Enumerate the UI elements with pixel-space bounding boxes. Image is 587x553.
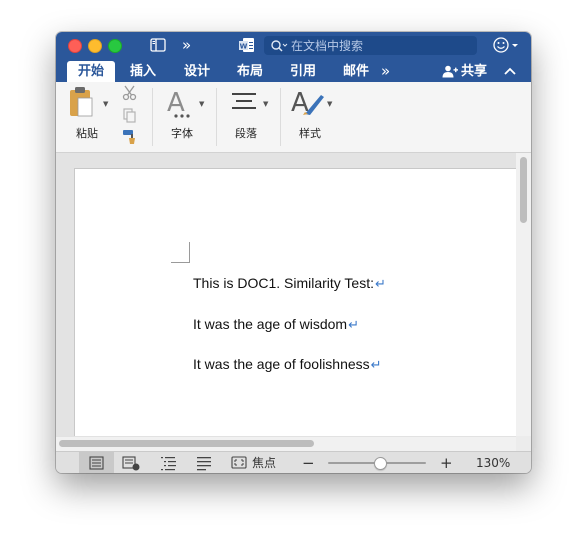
tab-home[interactable]: 开始 bbox=[67, 61, 115, 82]
search-input[interactable] bbox=[291, 37, 471, 54]
styles-dropdown-icon[interactable]: ▼ bbox=[327, 100, 332, 108]
clipboard-paste-icon bbox=[70, 87, 93, 117]
tab-references[interactable]: 引用 bbox=[281, 61, 325, 82]
svg-text:W: W bbox=[240, 43, 248, 51]
tab-mailings[interactable]: 邮件 bbox=[334, 61, 378, 82]
font-group[interactable]: A ▼ 字体 bbox=[153, 82, 216, 152]
font-dropdown-icon[interactable]: ▼ bbox=[199, 100, 204, 108]
font-label: 字体 bbox=[171, 127, 193, 140]
paragraph-mark-icon: ↵ bbox=[370, 357, 382, 372]
focus-icon bbox=[231, 456, 247, 469]
close-window-button[interactable] bbox=[68, 39, 82, 53]
tab-insert[interactable]: 插入 bbox=[121, 61, 165, 82]
tab-layout[interactable]: 布局 bbox=[228, 61, 272, 82]
tab-design[interactable]: 设计 bbox=[175, 61, 219, 82]
draft-view-button[interactable] bbox=[192, 452, 218, 473]
paste-dropdown-icon[interactable]: ▼ bbox=[103, 100, 108, 108]
document-paragraph[interactable]: It was the age of wisdom↵ bbox=[193, 316, 359, 333]
svg-text:A: A bbox=[167, 88, 185, 118]
vertical-scroll-thumb[interactable] bbox=[520, 157, 527, 223]
margin-corner-mark bbox=[171, 242, 190, 263]
draft-icon bbox=[197, 457, 211, 471]
paragraph-text: It was the age of foolishness bbox=[193, 356, 370, 372]
status-bar: 焦点 − + 130% bbox=[56, 451, 531, 473]
word-window: » W 开始 插入 设计 布局 引用 邮件 » 共享 bbox=[56, 32, 531, 473]
collapse-ribbon-icon[interactable] bbox=[502, 61, 518, 82]
paragraph-dropdown-icon[interactable]: ▼ bbox=[263, 100, 268, 108]
search-icon bbox=[270, 38, 288, 57]
share-button[interactable]: 共享 bbox=[442, 61, 487, 82]
clipboard-group: ▼ 粘贴 bbox=[56, 82, 152, 152]
zoom-out-button[interactable]: − bbox=[302, 452, 315, 473]
vertical-scrollbar[interactable] bbox=[516, 153, 531, 436]
paragraph-mark-icon: ↵ bbox=[375, 276, 386, 291]
focus-mode-button[interactable] bbox=[228, 452, 250, 473]
styles-label: 样式 bbox=[299, 127, 321, 140]
ribbon: ▼ 粘贴 A ▼ 字体 ▼ 段落 A ▼ 样式 bbox=[56, 82, 531, 153]
word-document-icon[interactable]: W bbox=[238, 36, 256, 54]
sidebar-toggle-icon[interactable] bbox=[150, 36, 166, 54]
share-label: 共享 bbox=[461, 64, 488, 79]
ribbon-tab-bar: 开始 插入 设计 布局 引用 邮件 » 共享 bbox=[56, 58, 531, 82]
styles-group[interactable]: A ▼ 样式 bbox=[281, 82, 344, 152]
cut-icon[interactable] bbox=[122, 85, 138, 105]
copy-icon[interactable] bbox=[122, 107, 138, 127]
outline-view-button[interactable] bbox=[156, 452, 182, 473]
document-paragraph[interactable]: It was the age of foolishness↵ bbox=[193, 356, 382, 373]
toolbar-overflow-icon[interactable]: » bbox=[182, 36, 198, 54]
paste-label: 粘贴 bbox=[76, 127, 98, 140]
document-paragraph[interactable]: This is DOC1. Similarity Test:↵ bbox=[193, 275, 386, 292]
document-page[interactable]: This is DOC1. Similarity Test:↵ It was t… bbox=[74, 168, 518, 436]
document-area[interactable]: This is DOC1. Similarity Test:↵ It was t… bbox=[56, 153, 531, 436]
paragraph-label: 段落 bbox=[235, 127, 257, 140]
focus-label[interactable]: 焦点 bbox=[252, 452, 276, 473]
feedback-smiley-icon[interactable] bbox=[492, 36, 522, 54]
more-tabs-icon[interactable]: » bbox=[381, 61, 401, 82]
format-painter-icon[interactable] bbox=[122, 129, 140, 149]
paragraph-mark-icon: ↵ bbox=[348, 317, 359, 332]
web-layout-view-button[interactable] bbox=[119, 452, 145, 473]
fullscreen-window-button[interactable] bbox=[108, 39, 122, 53]
print-layout-icon bbox=[89, 456, 104, 470]
font-icon: A bbox=[167, 88, 197, 124]
paragraph-text: This is DOC1. Similarity Test: bbox=[193, 275, 374, 291]
search-box[interactable] bbox=[264, 36, 477, 55]
minimize-window-button[interactable] bbox=[88, 39, 102, 53]
styles-icon: A bbox=[291, 87, 325, 121]
horizontal-scrollbar[interactable] bbox=[56, 436, 516, 451]
zoom-slider-thumb[interactable] bbox=[374, 457, 387, 470]
paragraph-group[interactable]: ▼ 段落 bbox=[217, 82, 280, 152]
add-person-icon bbox=[442, 65, 458, 78]
print-layout-view-button[interactable] bbox=[79, 452, 114, 473]
paragraph-text: It was the age of wisdom bbox=[193, 316, 348, 332]
horizontal-scroll-thumb[interactable] bbox=[59, 440, 314, 447]
paragraph-align-icon bbox=[230, 90, 258, 120]
zoom-in-button[interactable]: + bbox=[440, 452, 453, 473]
web-layout-icon bbox=[122, 456, 140, 471]
paste-button[interactable] bbox=[68, 86, 94, 122]
title-bar: » W bbox=[56, 32, 531, 58]
outline-icon bbox=[161, 457, 176, 471]
zoom-level[interactable]: 130% bbox=[476, 452, 510, 473]
